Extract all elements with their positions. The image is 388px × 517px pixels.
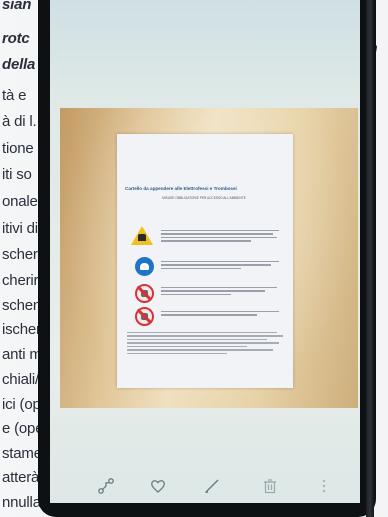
sign-title: Cartello da appendere alle Elettrofessi …	[125, 186, 237, 191]
delete-button[interactable]	[258, 474, 282, 498]
trash-icon	[264, 479, 276, 494]
pencil-icon	[205, 479, 219, 494]
prohibition-icon	[135, 307, 154, 326]
background-text-line: sian	[2, 0, 32, 13]
edit-button[interactable]	[200, 474, 224, 498]
sign-paragraph	[161, 287, 281, 297]
smartphone: Cartello da appendere alle Elettrofessi …	[38, 0, 376, 517]
background-text-line: schen	[2, 297, 42, 314]
background-text-line: anti m	[2, 346, 42, 363]
favorite-button[interactable]	[146, 474, 170, 498]
background-text-line: tà e	[2, 87, 27, 104]
heart-icon	[151, 480, 165, 493]
background-text-line: à di l.	[2, 113, 37, 130]
sign-paragraph	[161, 311, 281, 318]
photo-scene: sian rotc della tà e à di l. tione iti s…	[0, 0, 388, 517]
more-options-button[interactable]	[312, 474, 336, 498]
sign-paragraph	[161, 230, 281, 244]
more-vertical-icon	[322, 479, 326, 493]
background-text-line: rotc	[2, 30, 30, 47]
printed-sign: Cartello da appendere alle Elettrofessi …	[117, 134, 293, 388]
background-text-line: tione	[2, 140, 34, 157]
background-text-line: itivi di	[2, 220, 38, 237]
share-icon	[98, 478, 114, 494]
gallery-photo[interactable]: Cartello da appendere alle Elettrofessi …	[60, 108, 358, 408]
sign-subtitle: MISURE OBBLIGATORIE PER ACCESSO ALL'AMBI…	[162, 196, 246, 200]
phone-screen: Cartello da appendere alle Elettrofessi …	[50, 0, 360, 503]
prohibition-icon	[135, 284, 154, 303]
sign-footer-text	[127, 332, 283, 356]
background-text-line: scher	[2, 246, 38, 263]
background-text-line: della	[2, 56, 36, 73]
background-text-line: onale,	[2, 193, 42, 210]
mandatory-mask-icon	[135, 257, 154, 276]
background-text-line: cherir	[2, 272, 39, 289]
share-button[interactable]	[94, 474, 118, 498]
phone-frame-edge	[366, 0, 374, 517]
warning-triangle-icon	[131, 226, 153, 245]
background-text-line: iti so	[2, 166, 32, 183]
gallery-toolbar	[50, 468, 360, 503]
sign-paragraph	[161, 261, 281, 271]
